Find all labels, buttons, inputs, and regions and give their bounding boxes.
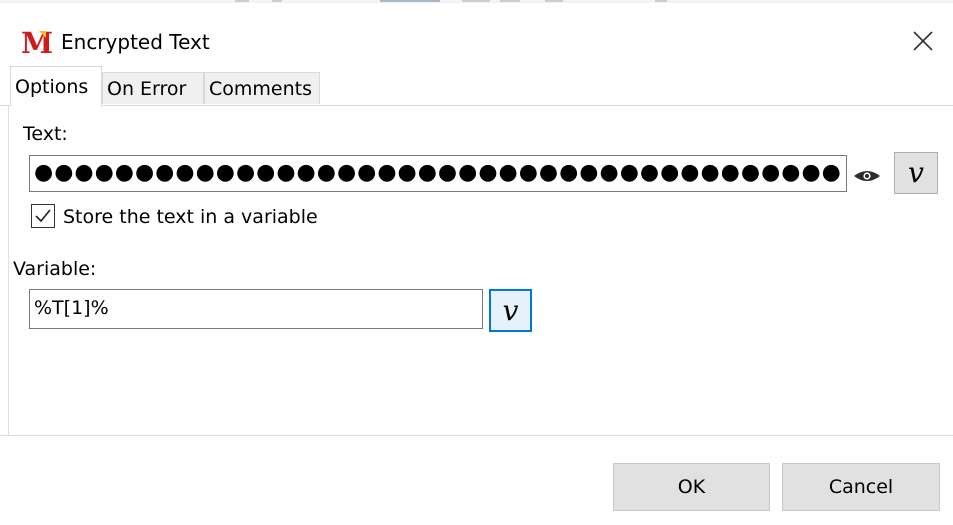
text-label: Text: <box>23 123 68 145</box>
tab-options[interactable]: Options <box>10 66 102 106</box>
store-in-variable-label[interactable]: Store the text in a variable <box>63 204 318 230</box>
ok-button[interactable]: OK <box>613 463 770 511</box>
tab-comments[interactable]: Comments <box>204 72 320 104</box>
variable-v-glyph: v <box>908 156 924 189</box>
tab-on-error[interactable]: On Error <box>102 72 204 104</box>
text-variable-button[interactable]: v <box>894 152 938 194</box>
masked-text-value: ●●●●●●●●●●●●●●●●●●●●●●●●●●●●●●●●●●●●●●●● <box>34 160 842 185</box>
cancel-button[interactable]: Cancel <box>782 463 940 511</box>
store-in-variable-checkbox[interactable] <box>31 204 55 228</box>
encrypted-text-field[interactable]: ●●●●●●●●●●●●●●●●●●●●●●●●●●●●●●●●●●●●●●●● <box>29 155 847 192</box>
checkmark-icon <box>35 209 51 223</box>
variable-input[interactable]: %T[1]% <box>29 289 483 329</box>
ok-button-label: OK <box>677 476 706 498</box>
title-bar: M Encrypted Text <box>0 3 953 65</box>
close-icon <box>913 31 933 51</box>
close-button[interactable] <box>909 27 937 55</box>
variable-v-glyph: v <box>502 294 519 327</box>
variable-select-button[interactable]: v <box>489 289 532 332</box>
variable-label: Variable: <box>13 258 97 280</box>
variable-input-value: %T[1]% <box>34 297 109 319</box>
cancel-button-label: Cancel <box>828 476 894 498</box>
tab-on-error-label: On Error <box>107 78 187 100</box>
app-logo-icon: M <box>21 26 54 60</box>
logo-letter: M <box>21 26 54 60</box>
window-title: Encrypted Text <box>61 30 210 54</box>
tab-comments-label: Comments <box>209 78 312 100</box>
eye-icon[interactable] <box>853 169 881 183</box>
tab-options-label: Options <box>15 76 89 98</box>
